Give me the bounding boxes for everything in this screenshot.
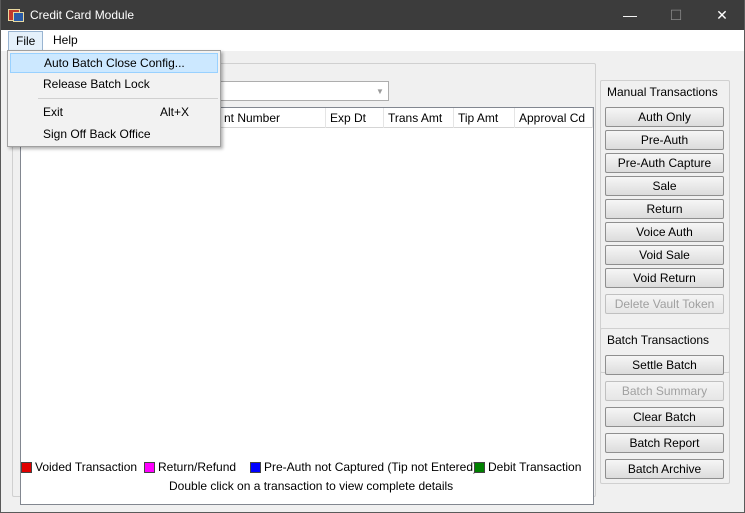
menu-item-auto-batch-close-config[interactable]: Auto Batch Close Config... [10,53,218,73]
legend-label: Debit Transaction [488,460,582,474]
column-header-tip-amt[interactable]: Tip Amt [454,108,515,128]
menu-item-label: Auto Batch Close Config... [44,56,185,70]
legend-debit: Debit Transaction [474,460,581,474]
void-return-button[interactable]: Void Return [605,268,724,288]
transactions-grid[interactable]: nt Number Exp Dt Trans Amt Tip Amt Appro… [20,107,594,505]
batch-archive-button[interactable]: Batch Archive [605,459,724,479]
column-header-trans-amt[interactable]: Trans Amt [384,108,454,128]
minimize-icon: — [623,7,637,23]
menu-separator [38,98,218,99]
menu-item-exit[interactable]: Exit Alt+X [10,102,218,122]
voice-auth-button[interactable]: Voice Auth [605,222,724,242]
pre-auth-button[interactable]: Pre-Auth [605,130,724,150]
void-sale-button[interactable]: Void Sale [605,245,724,265]
pre-auth-capture-button[interactable]: Pre-Auth Capture [605,153,724,173]
minimize-button[interactable]: — [607,0,653,30]
return-refund-swatch [144,461,155,473]
menu-bar: File Help [1,30,744,52]
menu-help[interactable]: Help [46,31,85,51]
close-button[interactable]: ✕ [699,0,745,30]
legend-label: Return/Refund [158,460,237,474]
close-icon: ✕ [716,6,728,23]
return-button[interactable]: Return [605,199,724,219]
menu-item-sign-off-back-office[interactable]: Sign Off Back Office [10,124,218,144]
menu-item-label: Release Batch Lock [43,77,150,91]
legend-return-refund: Return/Refund [144,460,236,474]
debit-swatch [474,461,485,473]
legend-preauth-not-captured: Pre-Auth not Captured (Tip not Entered) [250,460,477,474]
sale-button[interactable]: Sale [605,176,724,196]
window-title: Credit Card Module [30,8,135,22]
batch-transactions-caption: Batch Transactions [607,333,710,347]
file-menu-dropdown: Auto Batch Close Config... Release Batch… [7,50,221,147]
chevron-down-icon[interactable]: ▼ [372,82,388,100]
column-header-approval-cd[interactable]: Approval Cd [515,108,593,128]
title-bar: Credit Card Module — ☐ ✕ [0,0,745,30]
menu-item-release-batch-lock[interactable]: Release Batch Lock [10,74,218,94]
delete-vault-token-button[interactable]: Delete Vault Token [605,294,724,314]
column-header-exp-dt[interactable]: Exp Dt [326,108,384,128]
menu-item-label: Exit [43,105,64,119]
legend-voided: Voided Transaction [21,460,137,474]
menu-item-label: Sign Off Back Office [43,127,151,141]
legend-label: Pre-Auth not Captured (Tip not Entered) [264,460,477,474]
legend-label: Voided Transaction [35,460,138,474]
manual-transactions-caption: Manual Transactions [607,85,718,99]
clear-batch-button[interactable]: Clear Batch [605,407,724,427]
settle-batch-button[interactable]: Settle Batch [605,355,724,375]
menu-item-shortcut: Alt+X [160,105,190,119]
batch-report-button[interactable]: Batch Report [605,433,724,453]
preauth-swatch [250,461,261,473]
details-hint: Double click on a transaction to view co… [169,479,454,493]
maximize-icon: ☐ [669,6,683,23]
transaction-filter-combo[interactable]: ▼ [210,81,389,101]
batch-summary-button[interactable]: Batch Summary [605,381,724,401]
auth-only-button[interactable]: Auth Only [605,107,724,127]
menu-file[interactable]: File [8,31,44,51]
voided-swatch [21,461,32,473]
column-header-account-number[interactable]: nt Number [220,108,326,128]
credit-card-app-icon [8,7,24,23]
maximize-button[interactable]: ☐ [653,0,699,30]
